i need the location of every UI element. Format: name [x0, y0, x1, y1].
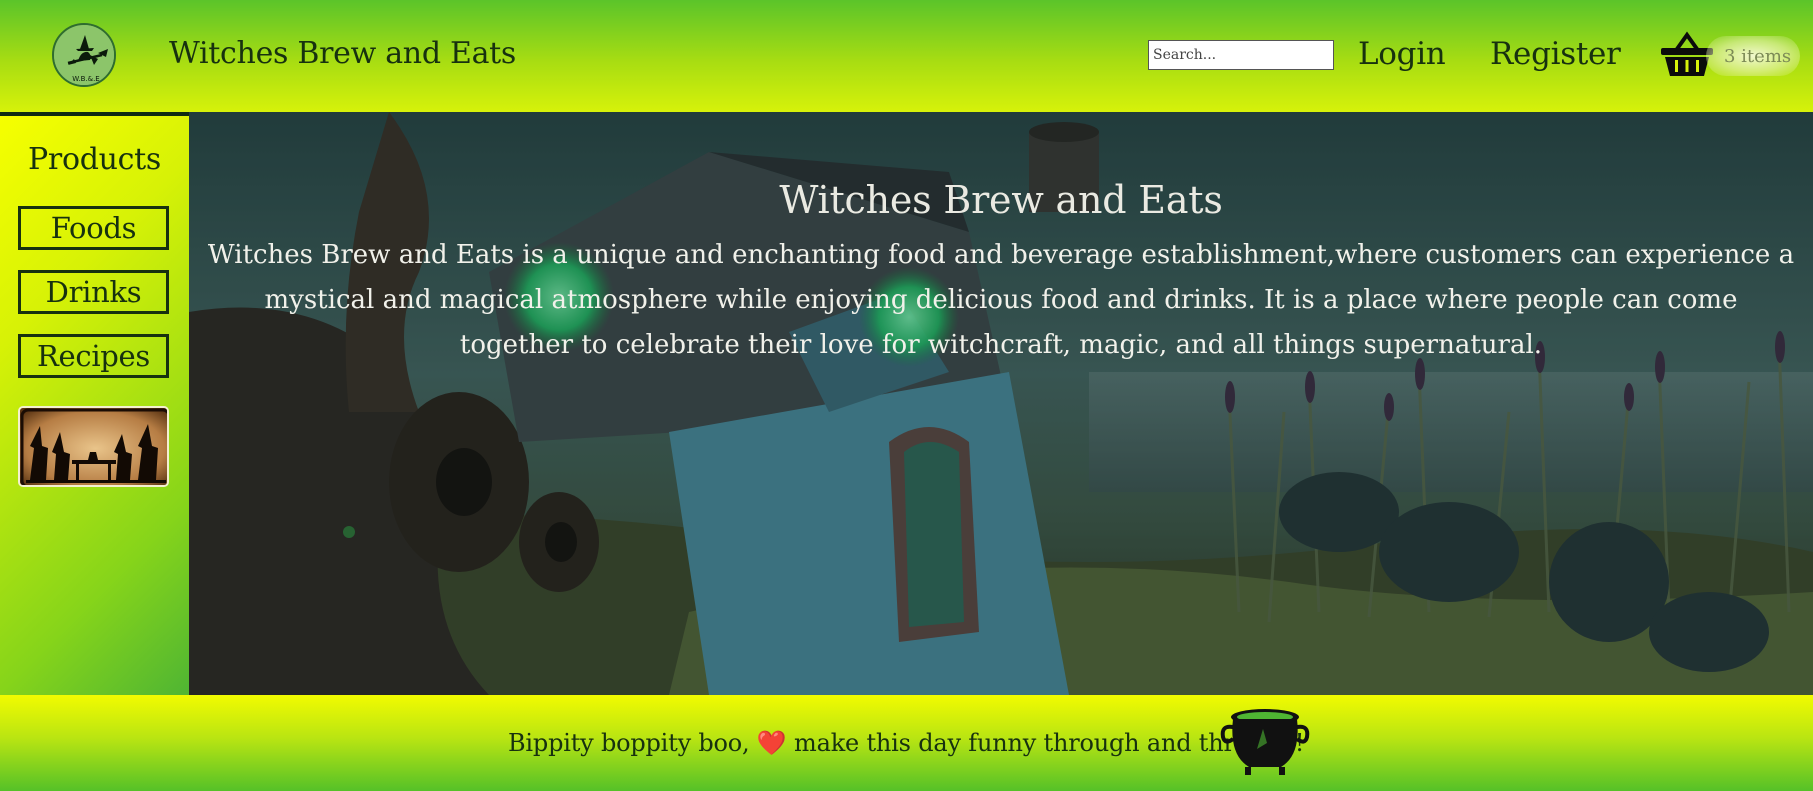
hero-title: Witches Brew and Eats — [779, 178, 1223, 222]
drinks-button[interactable]: Drinks — [18, 270, 169, 314]
witches-tea-party-image — [18, 406, 169, 487]
search-input[interactable] — [1148, 40, 1334, 70]
site-header: W.B.&.E Witches Brew and Eats Login Regi… — [0, 0, 1813, 112]
heart-icon: ❤️ — [756, 729, 787, 757]
logo-text: W.B.&.E — [72, 75, 99, 83]
foods-button[interactable]: Foods — [18, 206, 169, 250]
site-title[interactable]: Witches Brew and Eats — [169, 36, 516, 71]
site-footer: Bippity boppity boo, ❤️ make this day fu… — [0, 695, 1813, 791]
products-sidebar: Products Foods Drinks Recipes — [0, 112, 189, 695]
hero-description: Witches Brew and Eats is a unique and en… — [207, 240, 1795, 360]
register-link[interactable]: Register — [1490, 36, 1621, 72]
hero-banner: Witches Brew and Eats Witches Brew and E… — [189, 112, 1813, 695]
login-link[interactable]: Login — [1358, 36, 1446, 72]
cart-count-badge[interactable]: 3 items — [1706, 36, 1800, 76]
footer-motto-start: Bippity boppity boo, — [508, 729, 757, 757]
cauldron-icon — [1220, 709, 1310, 775]
witch-logo-icon[interactable]: W.B.&.E — [52, 23, 116, 87]
sidebar-heading: Products — [28, 142, 161, 177]
recipes-button[interactable]: Recipes — [18, 334, 169, 378]
footer-motto: Bippity boppity boo, ❤️ make this day fu… — [508, 729, 1304, 757]
